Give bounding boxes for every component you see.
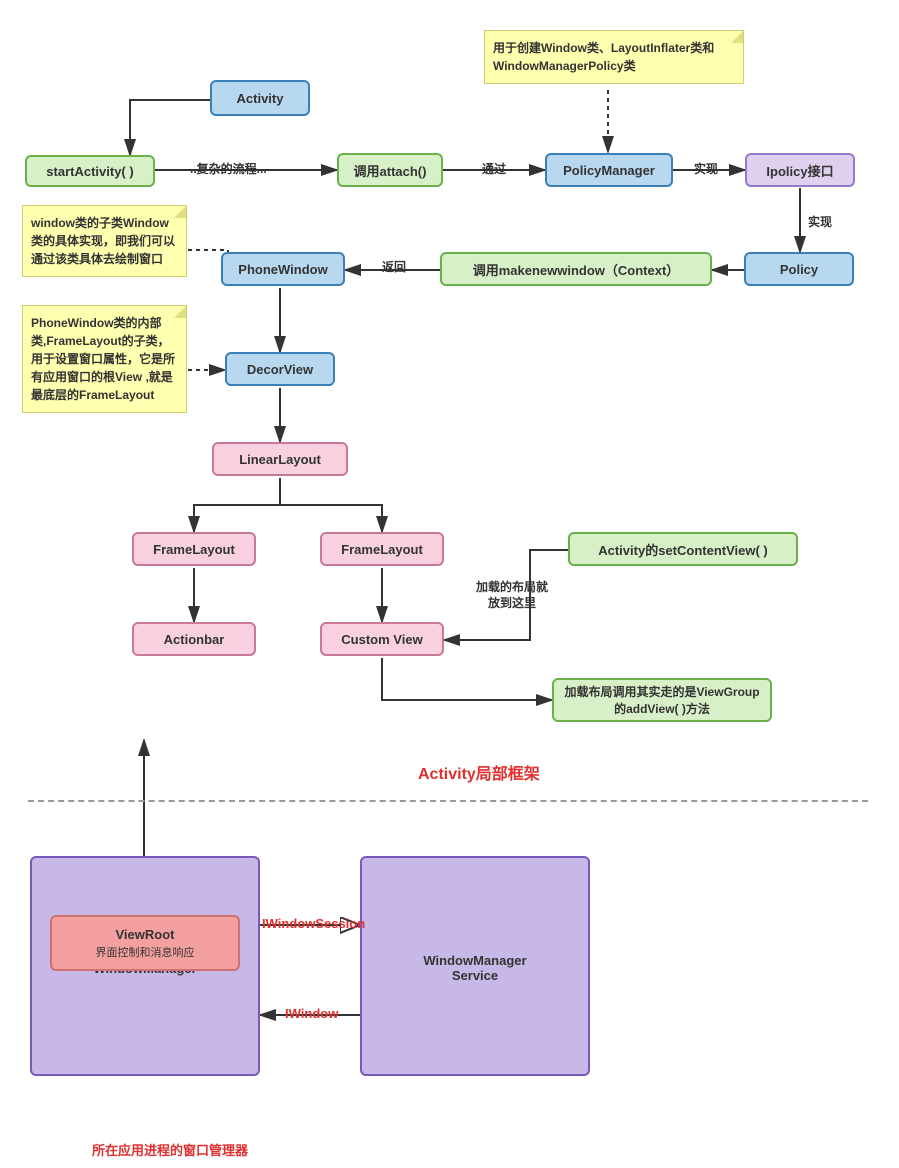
node-policy-manager: PolicyManager <box>545 153 673 187</box>
wms-sub: Service <box>368 968 582 983</box>
wms-title: WindowManager <box>368 953 582 968</box>
node-actionbar: Actionbar <box>132 622 256 656</box>
node-frame-layout-2: FrameLayout <box>320 532 444 566</box>
note-phonewindow: window类的子类Window类的具体实现，即我们可以通过该类具体去绘制窗口 <box>22 205 187 277</box>
node-activity: Activity <box>210 80 310 116</box>
edge-load-layout: 加载的布局就放到这里 <box>472 580 552 611</box>
title-section1: Activity局部框架 <box>418 760 540 784</box>
node-policy: Policy <box>744 252 854 286</box>
node-phone-window: PhoneWindow <box>221 252 345 286</box>
edge-return: 返回 <box>382 258 406 275</box>
view-root-title: ViewRoot <box>116 927 175 942</box>
node-add-view: 加载布局调用其实走的是ViewGroup的addView( )方法 <box>552 678 772 722</box>
edge-flow: ..复杂的流程... <box>190 160 267 177</box>
node-ipolicy: Ipolicy接口 <box>745 153 855 187</box>
note-decorview: PhoneWindow类的内部类,FrameLayout的子类，用于设置窗口属性… <box>22 305 187 413</box>
node-set-content-view: Activity的setContentView( ) <box>568 532 798 566</box>
view-root: ViewRoot 界面控制和消息响应 <box>50 915 240 971</box>
edge-impl: 实现 <box>694 160 718 177</box>
divider <box>28 800 868 802</box>
view-root-sub: 界面控制和消息响应 <box>96 944 195 960</box>
node-custom-view: Custom View <box>320 622 444 656</box>
node-start-activity: startActivity( ) <box>25 155 155 187</box>
title-section2: 所在应用进程的窗口管理器 <box>92 1140 248 1159</box>
node-frame-layout-1: FrameLayout <box>132 532 256 566</box>
node-decor-view: DecorView <box>225 352 335 386</box>
label-iwindow: IWindow <box>285 1006 338 1021</box>
node-makenew: 调用makenewwindow（Context） <box>440 252 712 286</box>
node-attach: 调用attach() <box>337 153 443 187</box>
node-linear-layout: LinearLayout <box>212 442 348 476</box>
note-policymanager: 用于创建Window类、LayoutInflater类和WindowManage… <box>484 30 744 84</box>
edge-impl2: 实现 <box>808 213 832 230</box>
edge-pass: 通过 <box>482 160 506 177</box>
label-iwindowsession: IWindowSession <box>262 916 365 931</box>
wms-box: WindowManager Service <box>360 856 590 1076</box>
